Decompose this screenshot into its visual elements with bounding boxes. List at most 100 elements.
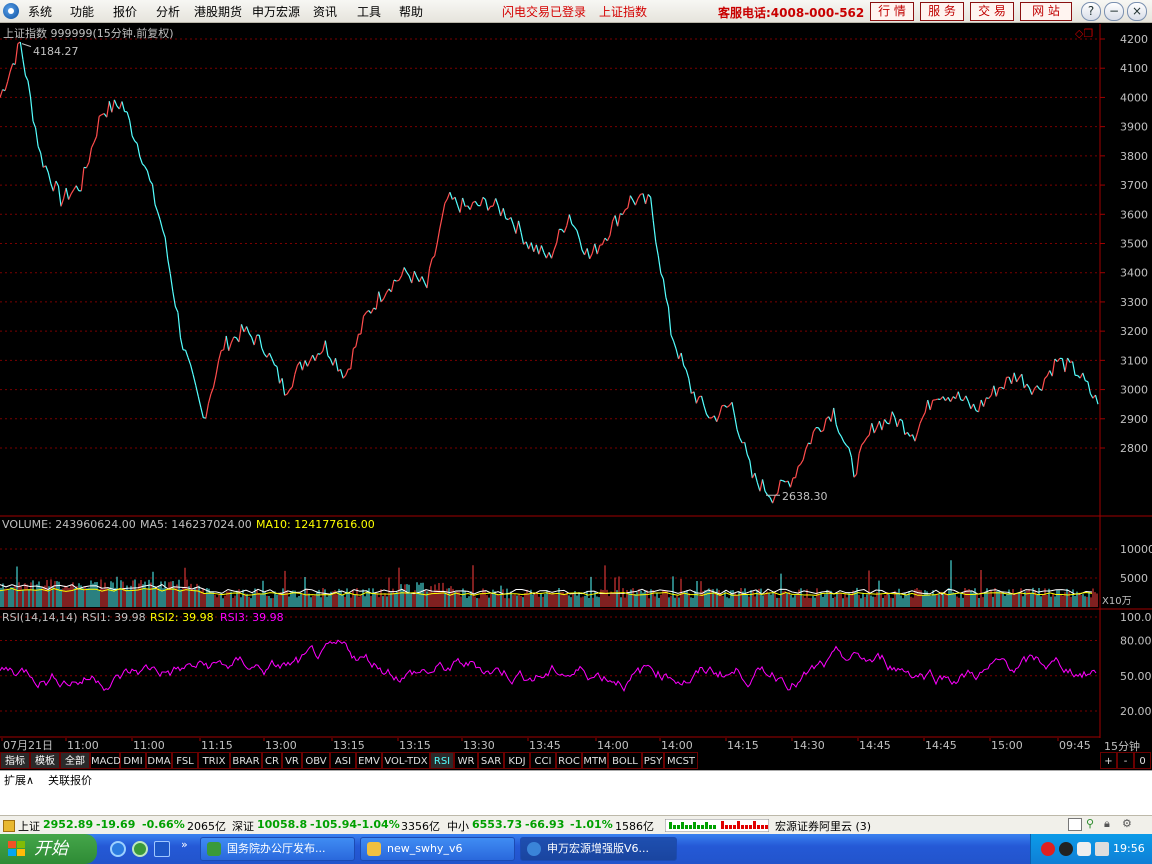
indicator-tab-obv[interactable]: OBV bbox=[302, 752, 330, 769]
folder-icon bbox=[367, 842, 381, 856]
sh-change: -19.69 bbox=[96, 818, 136, 831]
indicator-tab-cci[interactable]: CCI bbox=[530, 752, 556, 769]
website-button[interactable]: 网 站 bbox=[1020, 2, 1072, 21]
tray-app-icon[interactable] bbox=[1041, 842, 1055, 856]
price-segment bbox=[787, 480, 792, 488]
indicator-tab-vol-tdx[interactable]: VOL-TDX bbox=[382, 752, 430, 769]
browser-icon[interactable] bbox=[132, 841, 148, 857]
menu-tools[interactable]: 工具 bbox=[357, 3, 381, 20]
indicator-tab-dma[interactable]: DMA bbox=[146, 752, 172, 769]
price-segment bbox=[220, 349, 224, 352]
breadth-down-bar bbox=[701, 825, 704, 829]
price-segment bbox=[1036, 385, 1041, 390]
kline-chart[interactable]: 4200 4100 4000 3900 3800 3700 3600 3500 3400 3300… bbox=[0, 24, 1152, 738]
price-segment bbox=[340, 369, 344, 379]
price-segment bbox=[162, 229, 166, 238]
price-segment bbox=[362, 312, 367, 317]
minimize-icon[interactable]: − bbox=[1104, 2, 1124, 21]
menu-quote[interactable]: 报价 bbox=[113, 3, 137, 20]
task-browser[interactable]: 国务院办公厅发布... bbox=[200, 837, 355, 861]
indicator-tab-cr[interactable]: CR bbox=[262, 752, 282, 769]
menu-swhy[interactable]: 申万宏源 bbox=[252, 3, 300, 20]
indicator-tab-brar[interactable]: BRAR bbox=[230, 752, 262, 769]
indicator-tab-sar[interactable]: SAR bbox=[478, 752, 504, 769]
market-button[interactable]: 行 情 bbox=[870, 2, 914, 21]
price-segment bbox=[281, 378, 286, 396]
indicator-tab-指标[interactable]: 指标 bbox=[0, 752, 30, 769]
breadth-up-bar bbox=[725, 825, 728, 829]
tab-control-0[interactable]: + bbox=[1100, 752, 1117, 769]
indicator-tab-rsi[interactable]: RSI bbox=[430, 752, 454, 769]
price-segment bbox=[573, 226, 578, 231]
start-button[interactable]: 开始 bbox=[0, 834, 97, 864]
menu-hk-futures[interactable]: 港股期货 bbox=[194, 3, 242, 20]
trade-button[interactable]: 交 易 bbox=[970, 2, 1014, 21]
price-segment bbox=[121, 101, 126, 112]
price-segment bbox=[406, 271, 410, 277]
price-segment bbox=[312, 354, 316, 361]
indicator-tab-wr[interactable]: WR bbox=[454, 752, 478, 769]
indicator-tab-mtm[interactable]: MTM bbox=[582, 752, 608, 769]
help-icon[interactable]: ? bbox=[1081, 2, 1101, 21]
price-segment bbox=[169, 273, 174, 292]
indicator-tab-vr[interactable]: VR bbox=[282, 752, 302, 769]
price-segment bbox=[24, 75, 29, 82]
indicator-tab-trix[interactable]: TRIX bbox=[198, 752, 230, 769]
signal-icon[interactable]: ⚲ bbox=[1086, 817, 1094, 830]
price-segment bbox=[660, 273, 664, 280]
price-segment bbox=[672, 340, 677, 350]
price-tick-label: 2900 bbox=[1120, 413, 1148, 426]
service-button[interactable]: 服 务 bbox=[920, 2, 964, 21]
price-segment bbox=[1061, 358, 1066, 373]
tab-control-1[interactable]: - bbox=[1117, 752, 1134, 769]
indicator-tab-emv[interactable]: EMV bbox=[356, 752, 382, 769]
chart-canvas[interactable]: 4200 4100 4000 3900 3800 3700 3600 3500 3400 3300… bbox=[0, 24, 1152, 738]
app-logo-icon[interactable] bbox=[3, 3, 19, 19]
price-segment bbox=[131, 135, 136, 142]
indicator-tab-boll[interactable]: BOLL bbox=[608, 752, 642, 769]
price-segment bbox=[60, 198, 65, 207]
desktop-icon[interactable] bbox=[154, 841, 170, 857]
indicator-tab-roc[interactable]: ROC bbox=[556, 752, 582, 769]
indicator-tab-psy[interactable]: PSY bbox=[642, 752, 664, 769]
indicator-tab-fsl[interactable]: FSL bbox=[172, 752, 198, 769]
server-name[interactable]: 宏源证券阿里云 (3) bbox=[775, 818, 871, 834]
windows-logo-icon bbox=[8, 841, 25, 856]
menu-system[interactable]: 系统 bbox=[28, 3, 52, 20]
indicator-tab-全部[interactable]: 全部 bbox=[60, 752, 90, 769]
tab-control-2[interactable]: 0 bbox=[1134, 752, 1151, 769]
task-swhy[interactable]: 申万宏源增强版V6... bbox=[520, 837, 677, 861]
tool-icon[interactable]: ⚙ bbox=[1122, 817, 1132, 830]
task-folder[interactable]: new_swhy_v6 bbox=[360, 837, 515, 861]
message-icon[interactable] bbox=[1068, 818, 1082, 831]
price-segment bbox=[172, 291, 176, 307]
volume-ma10-line bbox=[0, 587, 1093, 596]
lock-icon[interactable]: 🔒︎ bbox=[1104, 817, 1110, 831]
expand-button[interactable]: 扩展∧ bbox=[4, 772, 34, 788]
volume-tick-label: 5000 bbox=[1120, 572, 1148, 585]
indicator-tab-mcst[interactable]: MCST bbox=[664, 752, 698, 769]
tray-shield-icon[interactable] bbox=[1077, 842, 1091, 856]
time-label: 13:45 bbox=[529, 739, 561, 752]
breadth-down-bar bbox=[697, 825, 700, 829]
indicator-tab-kdj[interactable]: KDJ bbox=[504, 752, 530, 769]
chart-settings-icon[interactable]: ◇❐ bbox=[1075, 27, 1093, 40]
quicklaunch-more-icon[interactable]: » bbox=[181, 838, 188, 851]
menu-help[interactable]: 帮助 bbox=[399, 3, 423, 20]
price-segment bbox=[629, 195, 634, 201]
indicator-tab-dmi[interactable]: DMI bbox=[120, 752, 146, 769]
tray-qq-icon[interactable] bbox=[1059, 842, 1073, 856]
ie-icon[interactable] bbox=[110, 841, 126, 857]
price-segment bbox=[566, 214, 570, 226]
close-icon[interactable]: × bbox=[1127, 2, 1147, 21]
menu-news[interactable]: 资讯 bbox=[313, 3, 337, 20]
price-segment bbox=[822, 418, 827, 431]
menu-function[interactable]: 功能 bbox=[70, 3, 94, 20]
time-label: 14:00 bbox=[597, 739, 629, 752]
indicator-tab-模板[interactable]: 模板 bbox=[30, 752, 60, 769]
indicator-tab-macd[interactable]: MACD bbox=[90, 752, 121, 769]
indicator-tab-asi[interactable]: ASI bbox=[330, 752, 356, 769]
related-quotes-button[interactable]: 关联报价 bbox=[48, 772, 92, 788]
menu-analysis[interactable]: 分析 bbox=[156, 3, 180, 20]
tray-speaker-icon[interactable] bbox=[1095, 842, 1109, 856]
